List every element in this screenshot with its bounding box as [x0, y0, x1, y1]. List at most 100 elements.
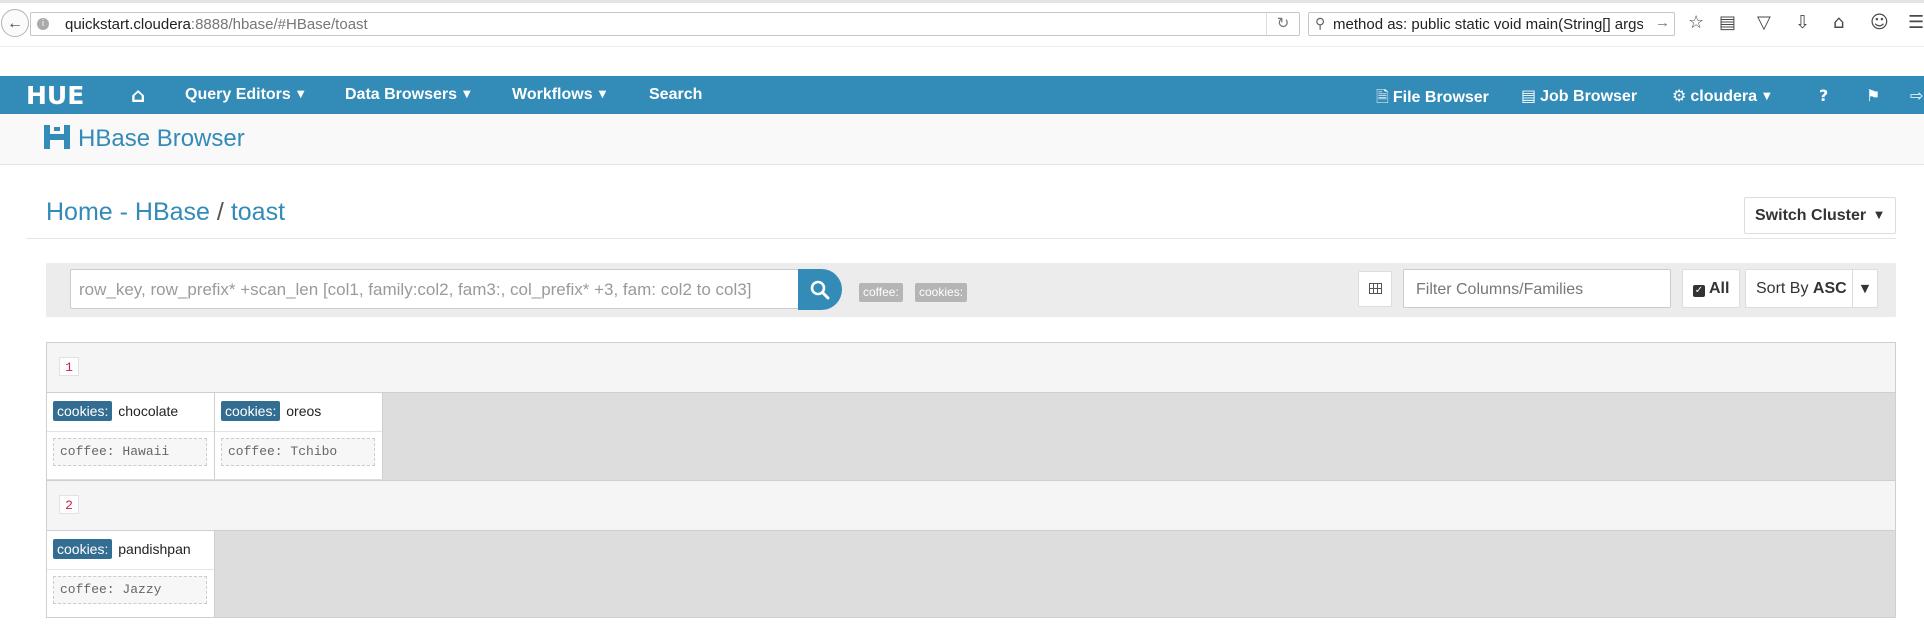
- site-info-icon[interactable]: i: [37, 18, 49, 30]
- tab-strip: [0, 0, 1924, 3]
- home-icon[interactable]: ⌂: [131, 83, 145, 107]
- nav-query-editors[interactable]: Query Editors ▼: [185, 86, 305, 104]
- search-toolbar: coffee: cookies: ✓ All Sort By ASC ▼: [46, 263, 1896, 317]
- hue-logo[interactable]: HUE: [26, 81, 84, 110]
- hue-navbar: HUE ⌂ Query Editors ▼ Data Browsers ▼ Work…: [0, 76, 1924, 114]
- app-header: HBase Browser: [0, 114, 1924, 165]
- nav-data-browsers[interactable]: Data Browsers ▼: [345, 86, 471, 104]
- flag-icon[interactable]: ⚑: [1866, 86, 1880, 105]
- breadcrumb-separator: /: [216, 198, 231, 226]
- cell-column: cookies: chocolate: [53, 401, 178, 421]
- results-grid: 1 cookies: chocolate coffee: Hawaii cook…: [46, 342, 1896, 618]
- app-title[interactable]: HBase Browser: [78, 125, 245, 153]
- chevron-down-icon: ▼: [1875, 210, 1883, 221]
- nav-search[interactable]: Search: [649, 86, 702, 104]
- sort-dropdown-toggle[interactable]: ▼: [1852, 269, 1878, 308]
- row-key[interactable]: 1: [59, 357, 79, 376]
- reading-list-icon[interactable]: ▤: [1719, 13, 1736, 33]
- job-browser-link[interactable]: ▤ Job Browser: [1521, 86, 1637, 106]
- search-engine-icon: ⚲: [1315, 15, 1326, 31]
- search-go-icon[interactable]: →: [1655, 14, 1670, 31]
- logout-icon[interactable]: ⇨: [1910, 86, 1923, 105]
- checkbox-checked-icon: ✓: [1693, 285, 1705, 297]
- cell-column: cookies: pandishpan: [53, 539, 191, 559]
- row-header: 1: [47, 343, 1895, 393]
- chevron-down-icon: ▼: [463, 89, 471, 100]
- job-browser-label: Job Browser: [1540, 88, 1638, 105]
- family-badge: cookies:: [53, 539, 113, 559]
- nav-data-browsers-label: Data Browsers: [345, 86, 458, 103]
- grid-view-button[interactable]: [1358, 271, 1392, 307]
- nav-workflows-label: Workflows: [512, 86, 593, 103]
- file-browser-label: File Browser: [1392, 89, 1489, 106]
- chevron-down-icon: ▼: [1860, 282, 1870, 295]
- switch-cluster-button[interactable]: Switch Cluster ▼: [1744, 197, 1896, 234]
- cell-value[interactable]: coffee: Jazzy: [53, 576, 207, 604]
- breadcrumb-table[interactable]: toast: [231, 198, 285, 226]
- menu-icon[interactable]: ☰: [1908, 13, 1924, 33]
- filter-columns-field[interactable]: [1403, 269, 1671, 308]
- row-header: 2: [47, 480, 1895, 531]
- cell-divider: [215, 431, 382, 432]
- nav-workflows[interactable]: Workflows ▼: [512, 86, 606, 104]
- cell-qualifier: pandishpan: [118, 541, 191, 557]
- url-text: quickstart.cloudera:8888/hbase/#HBase/to…: [65, 16, 368, 33]
- cell-divider: [47, 569, 214, 570]
- nav-query-editors-label: Query Editors: [185, 86, 291, 103]
- select-all-label: All: [1709, 280, 1730, 297]
- bookmark-star-icon[interactable]: ☆: [1688, 13, 1704, 33]
- list-icon: ▤: [1521, 86, 1537, 105]
- select-all-button[interactable]: ✓ All: [1682, 269, 1740, 308]
- search-button[interactable]: [798, 269, 842, 310]
- url-host: quickstart.cloudera: [65, 16, 191, 33]
- cogs-icon: ⚙: [1672, 86, 1687, 105]
- family-badge: cookies:: [221, 401, 281, 421]
- cell-divider: [47, 431, 214, 432]
- reload-icon[interactable]: ↻: [1266, 13, 1299, 35]
- cell[interactable]: cookies: pandishpan coffee: Jazzy: [47, 531, 215, 617]
- family-tag-coffee[interactable]: coffee:: [859, 283, 903, 302]
- user-menu[interactable]: ⚙ cloudera ▼: [1672, 86, 1771, 106]
- browser-search-bar[interactable]: ⚲ method as: public static void main(Str…: [1308, 12, 1675, 36]
- address-bar[interactable]: i quickstart.cloudera:8888/hbase/#HBase/…: [30, 12, 1300, 36]
- browser-toolbar: ← i quickstart.cloudera:8888/hbase/#HBas…: [0, 0, 1924, 47]
- cell[interactable]: cookies: oreos coffee: Tchibo: [215, 393, 383, 479]
- breadcrumb: Home - HBase / toast: [46, 198, 285, 227]
- browser-search-text: method as: public static void main(Strin…: [1333, 16, 1643, 33]
- chevron-down-icon: ▼: [296, 89, 305, 100]
- download-icon[interactable]: ⇩: [1795, 13, 1810, 33]
- row-query-input[interactable]: [77, 271, 793, 309]
- url-path: :8888/hbase/#HBase/toast: [190, 16, 368, 33]
- family-tag-cookies[interactable]: cookies:: [915, 283, 968, 302]
- row-key[interactable]: 2: [59, 495, 79, 514]
- table-icon: [1369, 283, 1382, 294]
- cell-qualifier: chocolate: [118, 403, 179, 419]
- cell[interactable]: cookies: chocolate coffee: Hawaii: [47, 393, 215, 479]
- divider: [26, 238, 1896, 239]
- search-icon: [810, 280, 830, 300]
- user-label: cloudera: [1690, 88, 1758, 105]
- breadcrumb-separator: -: [119, 198, 135, 226]
- sort-label: Sort By: [1756, 280, 1809, 297]
- breadcrumb-home[interactable]: Home: [46, 198, 113, 226]
- back-button[interactable]: ←: [1, 9, 29, 37]
- sort-button[interactable]: Sort By ASC: [1745, 269, 1853, 308]
- cell-column: cookies: oreos: [221, 401, 321, 421]
- chevron-down-icon: ▼: [598, 89, 607, 100]
- chevron-down-icon: ▼: [1763, 91, 1771, 102]
- home-icon[interactable]: ⌂: [1833, 13, 1844, 33]
- filter-columns-input[interactable]: [1414, 271, 1668, 308]
- pocket-icon[interactable]: ▽: [1757, 13, 1771, 33]
- sort-value: ASC: [1812, 280, 1847, 297]
- family-badge: cookies:: [53, 401, 113, 421]
- hbase-icon: [44, 125, 70, 149]
- cell-value[interactable]: coffee: Tchibo: [221, 438, 375, 466]
- file-browser-link[interactable]: 🗎 File Browser: [1376, 86, 1489, 113]
- help-icon[interactable]: ?: [1819, 86, 1828, 105]
- cell-value[interactable]: coffee: Hawaii: [53, 438, 207, 466]
- chat-icon[interactable]: ☺: [1870, 13, 1889, 33]
- file-icon: 🗎: [1376, 87, 1389, 106]
- switch-cluster-label: Switch Cluster: [1755, 207, 1867, 224]
- breadcrumb-cluster[interactable]: HBase: [135, 198, 210, 226]
- row-query-field[interactable]: [70, 269, 804, 309]
